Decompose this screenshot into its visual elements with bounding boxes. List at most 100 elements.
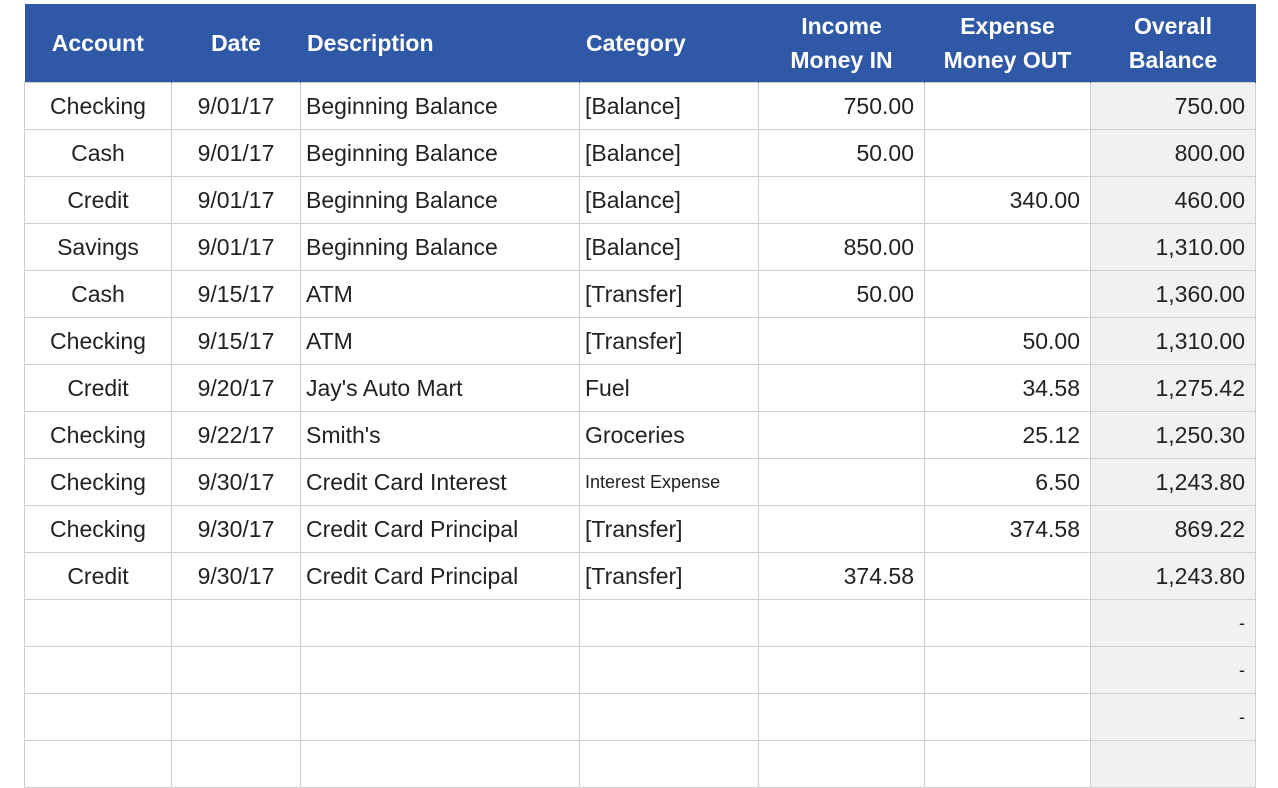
cell-date[interactable]: 9/20/17	[171, 364, 301, 412]
cell-balance[interactable]: 1,275.42	[1090, 364, 1256, 412]
cell-description[interactable]: Smith's	[300, 411, 580, 459]
cell-account[interactable]: Checking	[24, 411, 172, 459]
cell-income[interactable]: 50.00	[758, 270, 925, 318]
cell-expense[interactable]: 34.58	[924, 364, 1091, 412]
cell-account[interactable]	[24, 740, 172, 788]
cell-description[interactable]	[300, 740, 580, 788]
header-category[interactable]: Category	[579, 4, 759, 83]
cell-date[interactable]: 9/01/17	[171, 82, 301, 130]
cell-income[interactable]	[758, 740, 925, 788]
header-date[interactable]: Date	[171, 4, 301, 83]
cell-account[interactable]: Cash	[24, 270, 172, 318]
cell-description[interactable]: Beginning Balance	[300, 223, 580, 271]
cell-balance[interactable]: -	[1090, 599, 1256, 647]
cell-description[interactable]	[300, 599, 580, 647]
cell-category[interactable]: [Transfer]	[579, 505, 759, 553]
cell-account[interactable]	[24, 693, 172, 741]
cell-category[interactable]	[579, 693, 759, 741]
cell-description[interactable]: Credit Card Principal	[300, 505, 580, 553]
cell-expense[interactable]	[924, 599, 1091, 647]
cell-account[interactable]: Checking	[24, 505, 172, 553]
cell-income[interactable]	[758, 693, 925, 741]
cell-description[interactable]: Credit Card Principal	[300, 552, 580, 600]
cell-expense[interactable]: 340.00	[924, 176, 1091, 224]
cell-category[interactable]	[579, 599, 759, 647]
cell-description[interactable]: Beginning Balance	[300, 82, 580, 130]
cell-category[interactable]: [Transfer]	[579, 552, 759, 600]
cell-balance[interactable]: -	[1090, 646, 1256, 694]
cell-account[interactable]	[24, 599, 172, 647]
cell-account[interactable]: Savings	[24, 223, 172, 271]
cell-account[interactable]: Checking	[24, 82, 172, 130]
cell-date[interactable]	[171, 646, 301, 694]
cell-description[interactable]: ATM	[300, 270, 580, 318]
cell-date[interactable]: 9/15/17	[171, 317, 301, 365]
cell-expense[interactable]: 50.00	[924, 317, 1091, 365]
cell-category[interactable]: Groceries	[579, 411, 759, 459]
cell-expense[interactable]	[924, 129, 1091, 177]
cell-description[interactable]: Credit Card Interest	[300, 458, 580, 506]
cell-income[interactable]	[758, 364, 925, 412]
cell-date[interactable]: 9/30/17	[171, 458, 301, 506]
cell-category[interactable]: [Transfer]	[579, 317, 759, 365]
cell-description[interactable]	[300, 646, 580, 694]
cell-balance[interactable]: 460.00	[1090, 176, 1256, 224]
cell-description[interactable]	[300, 693, 580, 741]
cell-balance[interactable]: 1,250.30	[1090, 411, 1256, 459]
cell-account[interactable]: Credit	[24, 176, 172, 224]
header-account[interactable]: Account	[24, 4, 172, 83]
cell-balance[interactable]: 1,310.00	[1090, 223, 1256, 271]
cell-account[interactable]: Credit	[24, 552, 172, 600]
cell-income[interactable]: 750.00	[758, 82, 925, 130]
cell-date[interactable]	[171, 693, 301, 741]
cell-category[interactable]: [Balance]	[579, 82, 759, 130]
cell-income[interactable]	[758, 458, 925, 506]
cell-expense[interactable]	[924, 223, 1091, 271]
cell-category[interactable]: [Balance]	[579, 176, 759, 224]
cell-category[interactable]	[579, 740, 759, 788]
cell-income[interactable]	[758, 317, 925, 365]
cell-balance[interactable]: 869.22	[1090, 505, 1256, 553]
cell-account[interactable]: Cash	[24, 129, 172, 177]
cell-date[interactable]: 9/15/17	[171, 270, 301, 318]
cell-description[interactable]: Beginning Balance	[300, 176, 580, 224]
cell-expense[interactable]: 25.12	[924, 411, 1091, 459]
header-expense[interactable]: Expense Money OUT	[924, 4, 1091, 83]
cell-income[interactable]	[758, 505, 925, 553]
cell-balance[interactable]: 1,243.80	[1090, 552, 1256, 600]
cell-expense[interactable]	[924, 270, 1091, 318]
cell-income[interactable]	[758, 599, 925, 647]
header-description[interactable]: Description	[300, 4, 580, 83]
cell-expense[interactable]	[924, 740, 1091, 788]
cell-income[interactable]	[758, 411, 925, 459]
cell-expense[interactable]	[924, 646, 1091, 694]
header-balance[interactable]: Overall Balance	[1090, 4, 1256, 83]
cell-date[interactable]: 9/01/17	[171, 223, 301, 271]
cell-account[interactable]	[24, 646, 172, 694]
cell-date[interactable]: 9/01/17	[171, 176, 301, 224]
cell-category[interactable]	[579, 646, 759, 694]
cell-category[interactable]: Interest Expense	[579, 458, 759, 506]
cell-income[interactable]: 374.58	[758, 552, 925, 600]
header-income[interactable]: Income Money IN	[758, 4, 925, 83]
cell-expense[interactable]	[924, 693, 1091, 741]
cell-description[interactable]: Beginning Balance	[300, 129, 580, 177]
cell-income[interactable]: 850.00	[758, 223, 925, 271]
cell-balance[interactable]: 1,243.80	[1090, 458, 1256, 506]
cell-expense[interactable]	[924, 82, 1091, 130]
cell-balance[interactable]: -	[1090, 693, 1256, 741]
cell-balance[interactable]: 800.00	[1090, 129, 1256, 177]
cell-category[interactable]: [Transfer]	[579, 270, 759, 318]
cell-expense[interactable]: 6.50	[924, 458, 1091, 506]
cell-description[interactable]: Jay's Auto Mart	[300, 364, 580, 412]
cell-date[interactable]: 9/30/17	[171, 505, 301, 553]
cell-income[interactable]	[758, 176, 925, 224]
cell-expense[interactable]: 374.58	[924, 505, 1091, 553]
cell-date[interactable]	[171, 599, 301, 647]
cell-account[interactable]: Credit	[24, 364, 172, 412]
cell-date[interactable]	[171, 740, 301, 788]
cell-date[interactable]: 9/30/17	[171, 552, 301, 600]
cell-date[interactable]: 9/22/17	[171, 411, 301, 459]
cell-category[interactable]: Fuel	[579, 364, 759, 412]
cell-category[interactable]: [Balance]	[579, 129, 759, 177]
